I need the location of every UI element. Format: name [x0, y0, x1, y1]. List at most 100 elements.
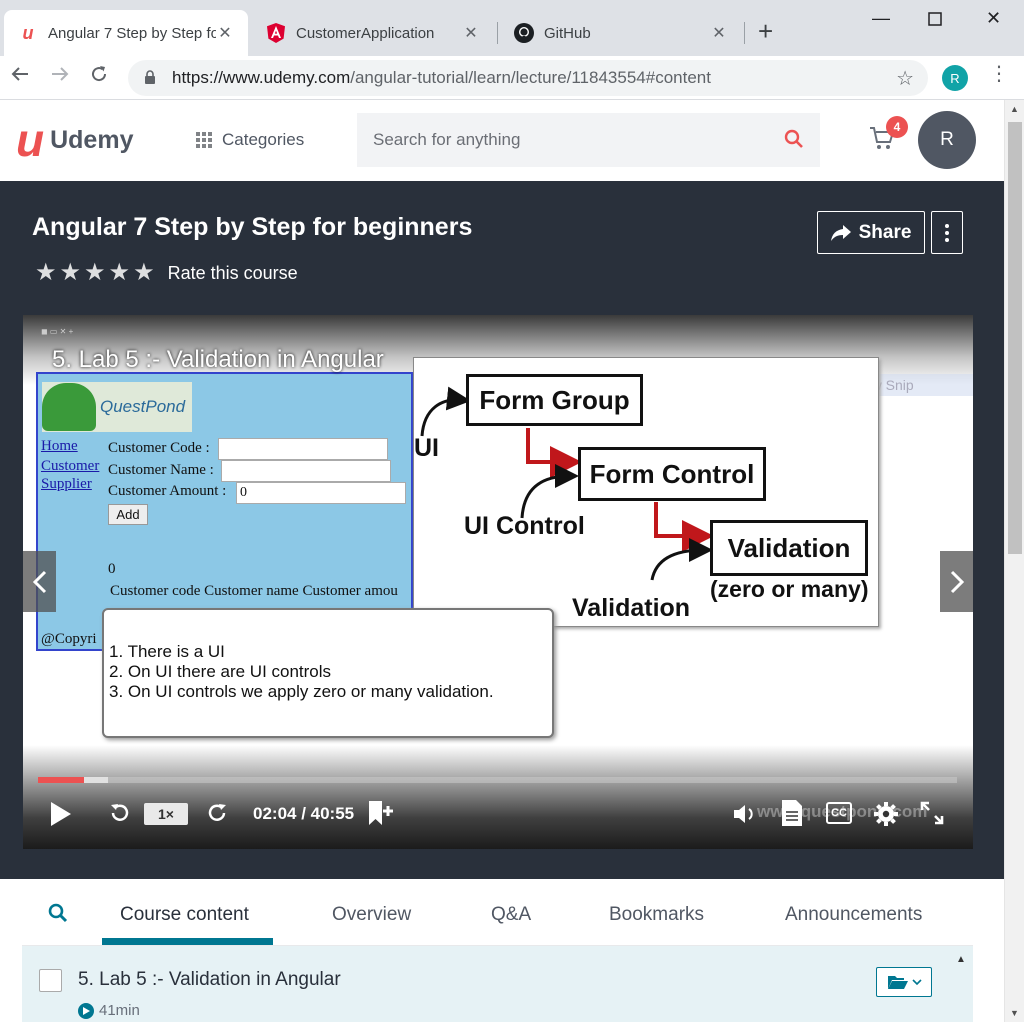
- demo-label-customer-code: Customer Code :: [108, 440, 210, 456]
- tab-announcements[interactable]: Announcements: [785, 904, 922, 926]
- tab-qa[interactable]: Q&A: [491, 904, 531, 926]
- star-icon[interactable]: ★: [84, 261, 106, 285]
- next-lecture-chevron-right-icon[interactable]: [940, 551, 973, 612]
- tab-separator: [744, 22, 745, 44]
- demo-count: 0: [108, 561, 116, 577]
- bookmark-star-icon[interactable]: ☆: [896, 66, 914, 91]
- note-line: 3. On UI controls we apply zero or many …: [109, 682, 494, 701]
- note-line: 2. On UI there are UI controls: [109, 662, 332, 681]
- logo-text: Udemy: [50, 125, 134, 154]
- lecture-title[interactable]: 5. Lab 5 :- Validation in Angular: [78, 969, 341, 991]
- star-icon[interactable]: ★: [133, 261, 155, 285]
- video-controls-gradient: [23, 745, 973, 849]
- tab-bookmarks[interactable]: Bookmarks: [609, 904, 704, 926]
- diagram-validation-box: Validation: [710, 520, 868, 576]
- address-bar[interactable]: https://www.udemy.com/angular-tutorial/l…: [128, 60, 928, 96]
- tab-course-content[interactable]: Course content: [120, 904, 249, 926]
- categories-label: Categories: [222, 130, 305, 149]
- scroll-up-arrow-icon[interactable]: ▲: [1010, 104, 1019, 114]
- share-arrow-icon: [830, 224, 851, 241]
- playback-speed-button[interactable]: 1×: [144, 803, 188, 825]
- lecture-complete-checkbox[interactable]: [39, 969, 62, 992]
- browser-tab-github[interactable]: GitHub ✕: [500, 10, 742, 56]
- play-circle-icon: [78, 1002, 94, 1019]
- previous-lecture-chevron-left-icon[interactable]: [23, 551, 56, 612]
- github-favicon-icon: [514, 23, 534, 43]
- page-scrollbar[interactable]: ▲ ▼: [1004, 100, 1024, 1022]
- url-host: https://www.udemy.com: [172, 68, 351, 87]
- search-placeholder: Search for anything: [373, 130, 521, 149]
- video-lecture-title: 5. Lab 5 :- Validation in Angular: [52, 346, 384, 373]
- demo-link-supplier: Supplier: [41, 476, 92, 492]
- back-arrow-icon[interactable]: [10, 64, 30, 88]
- settings-gear-icon[interactable]: [873, 801, 899, 832]
- video-embedded-tab-hint: ◼ ▭ ✕ +: [41, 327, 74, 336]
- demo-input-customer-amount: 0: [236, 482, 406, 504]
- star-icon[interactable]: ★: [60, 261, 82, 285]
- diagram-ui-label: UI: [414, 434, 439, 462]
- maximize-icon[interactable]: [928, 10, 942, 31]
- udemy-favicon-icon: u: [22, 22, 34, 43]
- search-input[interactable]: Search for anything: [357, 113, 820, 167]
- chevron-down-icon: [911, 979, 922, 986]
- more-options-button[interactable]: [931, 211, 963, 254]
- browser-profile-avatar[interactable]: R: [942, 65, 968, 91]
- video-progress-bar[interactable]: [38, 777, 957, 783]
- rewind-icon[interactable]: [107, 801, 131, 830]
- tab-separator: [497, 22, 498, 44]
- scroll-thumb[interactable]: [1008, 122, 1022, 554]
- add-bookmark-icon[interactable]: [366, 799, 394, 832]
- demo-input-customer-code: [218, 438, 388, 460]
- new-tab-plus-icon[interactable]: +: [758, 18, 773, 44]
- video-time: 02:04 / 40:55: [253, 804, 355, 823]
- demo-table-header: Customer code Customer name Customer amo…: [110, 583, 398, 599]
- close-icon[interactable]: ✕: [710, 23, 728, 43]
- transcript-icon[interactable]: [781, 799, 803, 832]
- udemy-logo-mark-icon: u: [16, 114, 45, 166]
- browser-menu-icon[interactable]: ⋮: [989, 64, 1009, 84]
- share-label: Share: [858, 221, 912, 243]
- demo-label-customer-amount: Customer Amount :: [108, 483, 227, 499]
- play-icon[interactable]: [49, 801, 73, 832]
- questpond-logo-mark-icon: [42, 383, 96, 431]
- search-icon[interactable]: [784, 129, 804, 154]
- lecture-duration: 41min: [78, 1002, 140, 1019]
- close-icon[interactable]: ✕: [462, 23, 480, 43]
- star-icon[interactable]: ★: [109, 261, 131, 285]
- forward-icon[interactable]: [206, 801, 230, 830]
- scroll-down-arrow-icon[interactable]: ▼: [1010, 1008, 1019, 1018]
- forward-arrow-icon[interactable]: [50, 64, 70, 88]
- angular-favicon-icon: [266, 23, 286, 43]
- rating-stars[interactable]: ★ ★ ★ ★ ★ Rate this course: [35, 261, 298, 285]
- list-item[interactable]: 5. Lab 5 :- Validation in Angular 41min …: [22, 946, 973, 1022]
- browser-tab-customer-application[interactable]: CustomerApplication ✕: [252, 10, 494, 56]
- captions-icon[interactable]: CC: [826, 802, 852, 824]
- demo-add-button: Add: [108, 504, 148, 525]
- cart-count-badge: 4: [886, 116, 908, 138]
- grid-icon: [196, 132, 212, 148]
- tab-title: Angular 7 Step by Step for beginners: [48, 24, 216, 42]
- window-close-icon[interactable]: ✕: [986, 8, 1001, 29]
- duration-text: 41min: [99, 1002, 140, 1019]
- browser-tab-udemy[interactable]: u Angular 7 Step by Step for beginners ✕: [4, 10, 248, 56]
- demo-link-home: Home: [41, 438, 78, 454]
- volume-icon[interactable]: [733, 803, 759, 830]
- close-icon[interactable]: ✕: [216, 23, 234, 43]
- video-player[interactable]: ◼ ▭ ✕ + Window Snip QuestPond Home Custo…: [23, 315, 973, 849]
- reload-icon[interactable]: [89, 64, 109, 88]
- categories-menu[interactable]: Categories: [196, 130, 304, 150]
- user-avatar[interactable]: R: [918, 111, 976, 169]
- rate-course-link[interactable]: Rate this course: [168, 263, 298, 284]
- udemy-logo[interactable]: u Udemy: [16, 114, 134, 166]
- diagram-zero-or-many-label: (zero or many): [710, 576, 869, 602]
- tab-overview[interactable]: Overview: [332, 904, 411, 926]
- demo-link-customer: Customer: [41, 458, 100, 474]
- resources-dropdown-button[interactable]: [876, 967, 932, 997]
- list-scroll-up-arrow-icon[interactable]: ▲: [956, 954, 966, 965]
- search-icon[interactable]: [48, 903, 68, 928]
- fullscreen-icon[interactable]: [919, 800, 945, 831]
- share-button[interactable]: Share: [817, 211, 925, 254]
- course-title: Angular 7 Step by Step for beginners: [32, 213, 473, 241]
- minimize-icon[interactable]: —: [872, 8, 890, 29]
- star-icon[interactable]: ★: [35, 261, 57, 285]
